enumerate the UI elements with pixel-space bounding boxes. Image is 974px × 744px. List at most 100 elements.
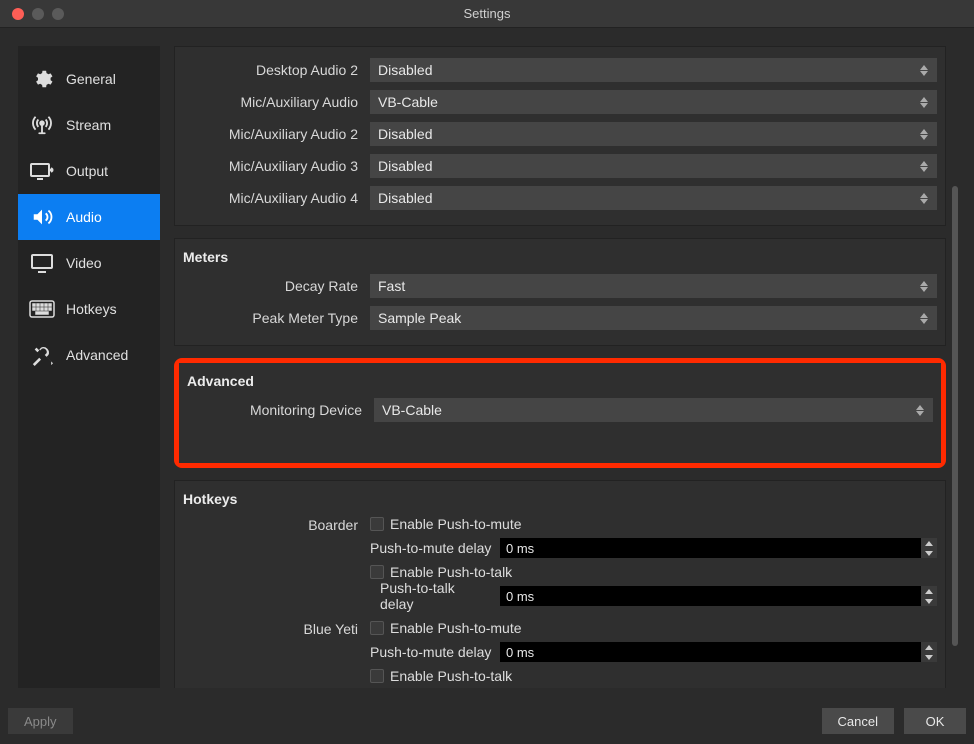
content-panel: Desktop Audio 2 Disabled Mic/Auxiliary A… bbox=[174, 46, 960, 688]
peak-meter-type-select[interactable]: Sample Peak bbox=[370, 306, 937, 330]
meters-section: Meters Decay Rate Fast Peak Meter Type S… bbox=[174, 238, 946, 346]
advanced-highlight: Advanced Monitoring Device VB-Cable bbox=[174, 358, 946, 468]
chevron-updown-icon bbox=[917, 122, 931, 146]
sidebar-item-advanced[interactable]: Advanced bbox=[18, 332, 160, 378]
select-value: Sample Peak bbox=[378, 310, 461, 326]
stepper-up[interactable] bbox=[921, 642, 937, 652]
sidebar-item-label: Video bbox=[66, 255, 102, 271]
section-heading: Meters bbox=[175, 239, 945, 271]
select-value: VB-Cable bbox=[378, 94, 438, 110]
stepper-up[interactable] bbox=[921, 538, 937, 548]
field-label: Push-to-mute delay bbox=[370, 644, 492, 660]
traffic-lights bbox=[12, 8, 64, 20]
checkbox-label: Enable Push-to-talk bbox=[390, 564, 512, 580]
minimize-window-button[interactable] bbox=[32, 8, 44, 20]
hotkey-group-label: Blue Yeti bbox=[183, 617, 358, 637]
monitor-icon bbox=[28, 252, 56, 274]
stepper-down[interactable] bbox=[921, 596, 937, 606]
field-label: Monitoring Device bbox=[187, 402, 362, 418]
apply-button[interactable]: Apply bbox=[8, 708, 73, 734]
sidebar-item-label: Hotkeys bbox=[66, 301, 117, 317]
enable-push-to-talk-checkbox[interactable] bbox=[370, 669, 384, 683]
dialog-footer: Apply Cancel OK bbox=[0, 698, 974, 744]
section-heading: Hotkeys bbox=[175, 481, 945, 513]
cancel-button[interactable]: Cancel bbox=[822, 708, 894, 734]
mic-aux-3-select[interactable]: Disabled bbox=[370, 154, 937, 178]
field-label: Mic/Auxiliary Audio 4 bbox=[183, 190, 358, 206]
field-label: Peak Meter Type bbox=[183, 310, 358, 326]
stepper-down[interactable] bbox=[921, 548, 937, 558]
sidebar-item-output[interactable]: Output bbox=[18, 148, 160, 194]
sidebar-item-hotkeys[interactable]: Hotkeys bbox=[18, 286, 160, 332]
field-label: Mic/Auxiliary Audio 3 bbox=[183, 158, 358, 174]
sidebar-item-label: Output bbox=[66, 163, 108, 179]
enable-push-to-mute-checkbox[interactable] bbox=[370, 517, 384, 531]
sidebar-item-general[interactable]: General bbox=[18, 56, 160, 102]
sidebar-item-stream[interactable]: Stream bbox=[18, 102, 160, 148]
hotkey-group-options: Enable Push-to-mute Push-to-mute delay 0… bbox=[370, 617, 937, 687]
chevron-updown-icon bbox=[917, 154, 931, 178]
select-value: Fast bbox=[378, 278, 405, 294]
close-window-button[interactable] bbox=[12, 8, 24, 20]
checkbox-label: Enable Push-to-mute bbox=[390, 516, 522, 532]
tools-icon bbox=[28, 344, 56, 366]
ok-button[interactable]: OK bbox=[904, 708, 966, 734]
mic-aux-4-select[interactable]: Disabled bbox=[370, 186, 937, 210]
desktop-audio-2-select[interactable]: Disabled bbox=[370, 58, 937, 82]
spinner-value: 0 ms bbox=[506, 645, 534, 660]
push-to-mute-delay-input[interactable]: 0 ms bbox=[500, 642, 937, 662]
sidebar-item-label: Advanced bbox=[66, 347, 128, 363]
titlebar: Settings bbox=[0, 0, 974, 28]
chevron-updown-icon bbox=[917, 90, 931, 114]
select-value: Disabled bbox=[378, 158, 432, 174]
decay-rate-select[interactable]: Fast bbox=[370, 274, 937, 298]
advanced-section: Advanced Monitoring Device VB-Cable bbox=[179, 363, 941, 463]
speaker-icon bbox=[28, 206, 56, 228]
settings-scroll-area: Desktop Audio 2 Disabled Mic/Auxiliary A… bbox=[174, 46, 960, 688]
spinner-value: 0 ms bbox=[506, 589, 534, 604]
mic-aux-select[interactable]: VB-Cable bbox=[370, 90, 937, 114]
settings-window: Settings General Stream Output bbox=[0, 0, 974, 744]
select-value: Disabled bbox=[378, 126, 432, 142]
sidebar: General Stream Output Audio bbox=[18, 46, 160, 688]
window-title: Settings bbox=[0, 6, 974, 21]
field-label: Push-to-talk delay bbox=[370, 580, 492, 612]
stepper-up[interactable] bbox=[921, 586, 937, 596]
spinner-value: 0 ms bbox=[506, 541, 534, 556]
chevron-updown-icon bbox=[913, 398, 927, 422]
chevron-updown-icon bbox=[917, 58, 931, 82]
select-value: Disabled bbox=[378, 190, 432, 206]
gear-icon bbox=[28, 68, 56, 90]
chevron-updown-icon bbox=[917, 274, 931, 298]
field-label: Decay Rate bbox=[183, 278, 358, 294]
chevron-updown-icon bbox=[917, 186, 931, 210]
field-label: Push-to-mute delay bbox=[370, 540, 492, 556]
section-heading: Advanced bbox=[179, 363, 941, 395]
hotkey-group-options: Enable Push-to-mute Push-to-mute delay 0… bbox=[370, 513, 937, 607]
field-label: Mic/Auxiliary Audio 2 bbox=[183, 126, 358, 142]
select-value: VB-Cable bbox=[382, 402, 442, 418]
push-to-mute-delay-input[interactable]: 0 ms bbox=[500, 538, 937, 558]
enable-push-to-talk-checkbox[interactable] bbox=[370, 565, 384, 579]
monitoring-device-select[interactable]: VB-Cable bbox=[374, 398, 933, 422]
sidebar-item-audio[interactable]: Audio bbox=[18, 194, 160, 240]
sidebar-item-video[interactable]: Video bbox=[18, 240, 160, 286]
sidebar-item-label: General bbox=[66, 71, 116, 87]
vertical-scrollbar[interactable] bbox=[952, 186, 958, 646]
stepper-down[interactable] bbox=[921, 652, 937, 662]
zoom-window-button[interactable] bbox=[52, 8, 64, 20]
field-label: Desktop Audio 2 bbox=[183, 62, 358, 78]
mic-aux-2-select[interactable]: Disabled bbox=[370, 122, 937, 146]
keyboard-icon bbox=[28, 298, 56, 320]
chevron-updown-icon bbox=[917, 306, 931, 330]
devices-section: Desktop Audio 2 Disabled Mic/Auxiliary A… bbox=[174, 46, 946, 226]
hotkeys-section: Hotkeys Boarder Enable Push-to-mute Push… bbox=[174, 480, 946, 688]
output-icon bbox=[28, 160, 56, 182]
push-to-talk-delay-input[interactable]: 0 ms bbox=[500, 586, 937, 606]
enable-push-to-mute-checkbox[interactable] bbox=[370, 621, 384, 635]
sidebar-item-label: Stream bbox=[66, 117, 111, 133]
antenna-icon bbox=[28, 114, 56, 136]
checkbox-label: Enable Push-to-talk bbox=[390, 668, 512, 684]
checkbox-label: Enable Push-to-mute bbox=[390, 620, 522, 636]
hotkey-group-label: Boarder bbox=[183, 513, 358, 533]
